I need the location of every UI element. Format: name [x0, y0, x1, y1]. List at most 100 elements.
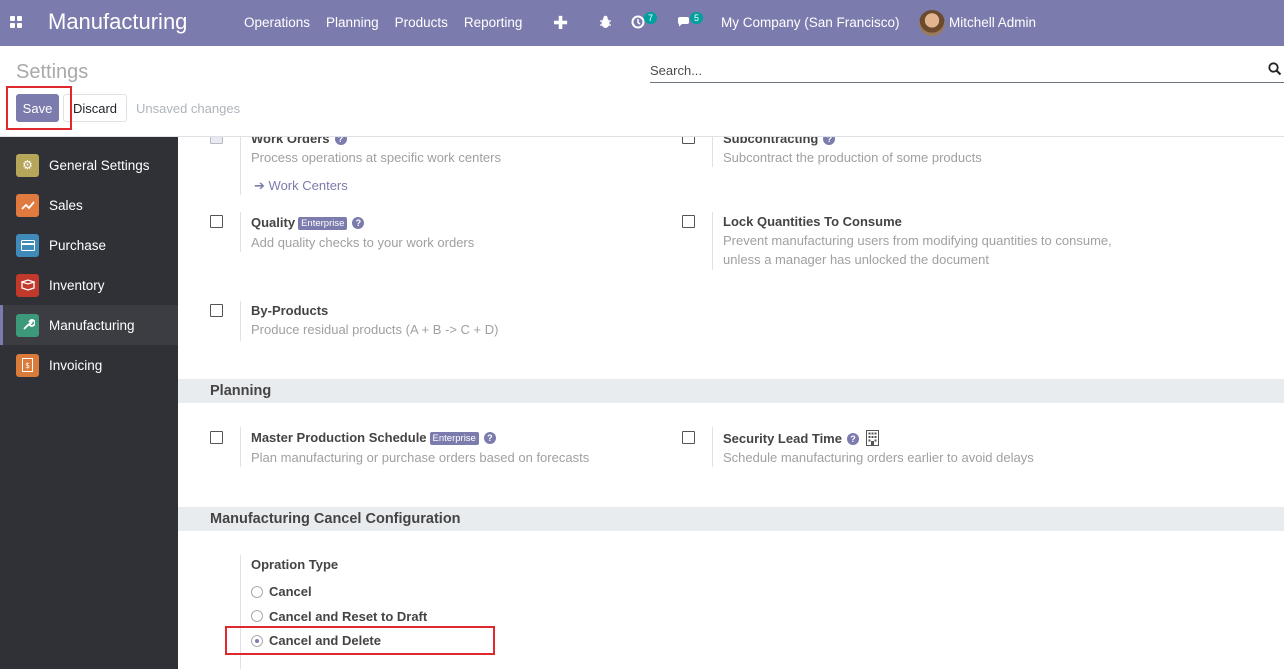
subcontracting-label: Subcontracting: [723, 137, 819, 146]
divider: [240, 301, 241, 341]
arrow-right-icon: ➔: [254, 178, 265, 193]
security-lead-time-title: Security Lead Time?: [723, 430, 879, 446]
activity-count-badge: 7: [644, 12, 658, 24]
divider: [240, 555, 241, 669]
cancel-config-section-header: Manufacturing Cancel Configuration: [178, 507, 1284, 531]
mps-label: Master Production Schedule: [251, 430, 427, 445]
main-menu: Operations Planning Products Reporting: [236, 0, 530, 46]
help-icon[interactable]: ?: [846, 433, 859, 445]
operation-type-label: Opration Type: [251, 557, 339, 572]
control-panel: Settings Save Discard Unsaved changes: [0, 46, 1284, 137]
subcontracting-checkbox[interactable]: [682, 137, 695, 144]
security-lead-time-desc: Schedule manufacturing orders earlier to…: [723, 450, 1034, 465]
plus-icon[interactable]: ✚: [553, 13, 568, 34]
enterprise-badge: Enterprise: [298, 217, 348, 230]
lock-quantities-checkbox[interactable]: [682, 215, 695, 228]
sidebar-item-label: Manufacturing: [49, 317, 135, 333]
work-centers-link[interactable]: ➔ Work Centers: [254, 178, 348, 194]
divider: [712, 427, 713, 467]
sidebar-item-label: Inventory: [49, 277, 105, 293]
search-input[interactable]: [650, 59, 1250, 81]
building-icon: [865, 430, 879, 446]
search-icon[interactable]: [1268, 62, 1282, 76]
mps-title: Master Production Schedule Enterprise?: [251, 430, 496, 445]
mps-checkbox[interactable]: [210, 431, 223, 444]
sidebar-item-label: Purchase: [49, 237, 107, 253]
save-button[interactable]: Save: [16, 94, 59, 122]
top-navbar: Manufacturing Operations Planning Produc…: [0, 0, 1284, 76]
user-menu[interactable]: Mitchell Admin (V14_sh_landed_cost_cance…: [949, 0, 1284, 76]
sidebar-item-manufacturing[interactable]: Manufacturing: [0, 305, 178, 345]
discard-button[interactable]: Discard: [63, 94, 127, 122]
unsaved-changes-label: Unsaved changes: [136, 101, 241, 116]
mps-desc: Plan manufacturing or purchase orders ba…: [251, 450, 590, 465]
app-name[interactable]: Manufacturing: [48, 9, 187, 35]
settings-sidebar: ⚙ General Settings Sales Purchase Invent…: [0, 137, 178, 669]
help-icon[interactable]: ?: [352, 217, 365, 229]
divider: [240, 137, 241, 195]
menu-planning[interactable]: Planning: [318, 0, 387, 46]
planning-section-header: Planning: [178, 379, 1284, 403]
radio-cancel-label[interactable]: Cancel: [269, 584, 312, 599]
radio-cancel-delete[interactable]: [251, 635, 263, 647]
sidebar-item-inventory[interactable]: Inventory: [0, 265, 178, 305]
divider: [712, 137, 713, 167]
apps-menu-icon[interactable]: [10, 16, 22, 28]
menu-operations[interactable]: Operations: [236, 0, 318, 46]
lock-quantities-desc-line1: Prevent manufacturing users from modifyi…: [723, 233, 1112, 248]
by-products-checkbox[interactable]: [210, 304, 223, 317]
gear-icon: ⚙: [16, 153, 39, 177]
user-avatar[interactable]: [919, 10, 945, 36]
sidebar-item-invoicing[interactable]: $ Invoicing: [0, 345, 178, 385]
bug-icon[interactable]: [599, 15, 612, 29]
invoice-icon: $: [16, 353, 39, 377]
quality-title: Quality Enterprise?: [251, 215, 365, 230]
menu-reporting[interactable]: Reporting: [456, 0, 531, 46]
radio-cancel[interactable]: [251, 586, 263, 598]
radio-cancel-reset-draft[interactable]: [251, 610, 263, 622]
quality-label: Quality: [251, 215, 296, 230]
work-orders-label: Work Orders: [251, 137, 330, 146]
help-icon[interactable]: ?: [823, 137, 836, 145]
settings-content: Work Orders? Process operations at speci…: [178, 137, 1284, 669]
work-orders-desc: Process operations at specific work cent…: [251, 150, 501, 165]
activity-clock-icon[interactable]: [631, 15, 645, 29]
chart-icon: [16, 193, 39, 217]
security-lead-time-label: Security Lead Time: [723, 431, 842, 446]
messages-count-badge: 5: [690, 12, 704, 24]
sidebar-item-label: Sales: [49, 197, 83, 213]
help-icon[interactable]: ?: [483, 432, 496, 444]
lock-quantities-desc-line2: unless a manager has unlocked the docume…: [723, 252, 989, 267]
svg-text:$: $: [25, 361, 30, 370]
subcontracting-title: Subcontracting?: [723, 137, 836, 146]
divider: [240, 212, 241, 252]
page-title: Settings: [16, 61, 89, 83]
sidebar-item-purchase[interactable]: Purchase: [0, 225, 178, 265]
radio-cancel-delete-label[interactable]: Cancel and Delete: [269, 633, 381, 648]
divider: [712, 212, 713, 270]
help-icon[interactable]: ?: [334, 137, 347, 145]
card-icon: [16, 233, 39, 257]
company-switcher[interactable]: My Company (San Francisco): [721, 0, 900, 46]
divider: [240, 427, 241, 467]
enterprise-badge: Enterprise: [429, 432, 479, 445]
sidebar-item-sales[interactable]: Sales: [0, 185, 178, 225]
subcontracting-desc: Subcontract the production of some produ…: [723, 150, 982, 165]
sidebar-item-general-settings[interactable]: ⚙ General Settings: [0, 145, 178, 185]
quality-desc: Add quality checks to your work orders: [251, 235, 475, 250]
search-bar: [650, 59, 1284, 83]
box-icon: [16, 273, 39, 297]
security-lead-time-checkbox[interactable]: [682, 431, 695, 444]
wrench-icon: [16, 313, 39, 337]
by-products-title: By-Products: [251, 303, 329, 318]
radio-cancel-reset-draft-label[interactable]: Cancel and Reset to Draft: [269, 609, 427, 624]
lock-quantities-title: Lock Quantities To Consume: [723, 214, 902, 229]
quality-checkbox[interactable]: [210, 215, 223, 228]
work-orders-title: Work Orders?: [251, 137, 347, 146]
menu-products[interactable]: Products: [387, 0, 456, 46]
work-centers-label: Work Centers: [268, 178, 348, 193]
by-products-desc: Produce residual products (A + B -> C + …: [251, 322, 499, 337]
sidebar-item-label: Invoicing: [49, 357, 103, 373]
sidebar-item-label: General Settings: [49, 157, 150, 173]
work-orders-checkbox[interactable]: [210, 137, 223, 144]
